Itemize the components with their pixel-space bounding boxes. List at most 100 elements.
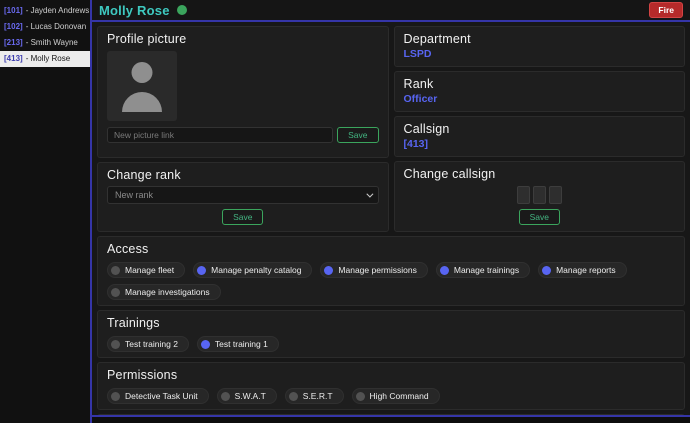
person-icon-head (131, 62, 153, 83)
toggle-sert[interactable]: S.E.R.T (284, 388, 344, 404)
left-column: Profile picture Save Change rank (97, 26, 389, 232)
trainings-title: Trainings (107, 316, 160, 330)
officer-callsign: [102] (4, 22, 23, 31)
callsign-digit-input-3[interactable] (548, 186, 562, 204)
toggle-manage-investigations[interactable]: Manage investigations (107, 284, 221, 300)
officer-name: - Lucas Donovan (25, 22, 87, 31)
toggle-label: Manage investigations (125, 287, 210, 297)
toggle-manage-reports[interactable]: Manage reports (538, 262, 627, 278)
change-rank-title: Change rank (107, 168, 181, 182)
save-picture-button[interactable]: Save (337, 127, 379, 143)
toggle-manage-trainings[interactable]: Manage trainings (435, 262, 531, 278)
trainings-row: Test training 2 Test training 1 (107, 336, 675, 352)
department-panel: Department LSPD (393, 26, 685, 67)
picture-link-input[interactable] (107, 127, 334, 143)
new-rank-select[interactable]: New rank (107, 186, 379, 204)
officer-name: - Jayden Andrews (25, 6, 90, 15)
sidebar-item-officer-213[interactable]: [213] - Smith Wayne (0, 35, 90, 51)
rank-panel: Rank Officer (393, 71, 685, 112)
toggle-swat[interactable]: S.W.A.T (216, 388, 277, 404)
toggle-dot-icon (111, 287, 120, 297)
officer-name: - Molly Rose (25, 54, 71, 63)
toggle-label: Test training 2 (125, 339, 178, 349)
toggle-dot-icon (200, 339, 210, 349)
main-column: Molly Rose Fire Profile picture New pict… (92, 0, 690, 423)
permissions-panel: Permissions Detective Task Unit S.W.A.T (97, 362, 685, 410)
save-rank-button[interactable]: Save (222, 209, 264, 225)
right-column: Department LSPD Rank Officer Callsign [4… (393, 26, 685, 232)
officer-callsign: [413] (4, 54, 23, 63)
toggle-dot-icon (111, 265, 120, 275)
trainings-panel: Trainings Test training 2 Test training … (97, 310, 685, 358)
header: Molly Rose Fire (92, 0, 690, 22)
duty-vehicles-panel: Duty vehicles [DBW8109] V-STR (97, 414, 685, 415)
toggle-dot-icon (439, 265, 449, 275)
toggle-dot-icon (288, 391, 298, 401)
chevron-down-icon (365, 190, 373, 198)
department-title: Department (403, 32, 471, 46)
officer-detail-panel: Molly Rose Fire Profile picture New pict… (92, 0, 690, 417)
callsign-digit-group (404, 186, 676, 204)
toggle-detective-task-unit[interactable]: Detective Task Unit (107, 388, 209, 404)
toggle-dot-icon (111, 339, 120, 349)
toggle-dot-icon (324, 265, 334, 275)
toggle-high-command[interactable]: High Command (351, 388, 440, 404)
toggle-test-training-2[interactable]: Test training 2 (107, 336, 189, 352)
toggle-dot-icon (111, 391, 120, 401)
officer-callsign: [213] (4, 38, 23, 47)
toggle-label: Manage permissions (338, 265, 417, 275)
toggle-label: Manage reports (556, 265, 616, 275)
toggle-label: Detective Task Unit (125, 391, 198, 401)
toggle-dot-icon (355, 391, 365, 401)
toggle-manage-permissions[interactable]: Manage permissions (320, 262, 428, 278)
toggle-dot-icon (197, 265, 207, 275)
page-title: Molly Rose (99, 2, 170, 18)
sidebar-item-officer-413[interactable]: [413] - Molly Rose (0, 51, 90, 67)
callsign-panel: Callsign [413] (393, 116, 685, 157)
change-callsign-panel: Change callsign Save (393, 161, 685, 232)
callsign-digit-input-2[interactable] (532, 186, 546, 204)
department-value: LSPD (403, 48, 432, 60)
toggle-label: S.E.R.T (302, 391, 333, 401)
avatar-placeholder-image (107, 51, 177, 121)
toggle-manage-fleet[interactable]: Manage fleet (107, 262, 186, 278)
officer-list-sidebar: [101] - Jayden Andrews [102] - Lucas Don… (0, 0, 92, 423)
toggle-test-training-1[interactable]: Test training 1 (196, 336, 279, 352)
person-icon-body (122, 92, 162, 112)
access-title: Access (107, 242, 149, 256)
permissions-row: Detective Task Unit S.W.A.T S.E.R.T High… (107, 388, 675, 404)
app-root: [101] - Jayden Andrews [102] - Lucas Don… (0, 0, 690, 423)
content-area: Profile picture Save Change rank (92, 22, 690, 415)
save-callsign-button[interactable]: Save (518, 209, 560, 225)
access-row-1: Manage fleet Manage penalty catalog Mana… (107, 262, 675, 278)
access-row-2: Manage investigations (107, 284, 675, 300)
online-status-icon (176, 5, 187, 15)
toggle-label: Manage fleet (125, 265, 175, 275)
rank-title: Rank (403, 77, 434, 91)
change-callsign-title: Change callsign (403, 167, 496, 181)
top-grid: Profile picture Save Change rank (97, 26, 685, 232)
fire-button[interactable]: Fire (649, 2, 683, 18)
toggle-label: High Command (369, 391, 429, 401)
sidebar-item-officer-102[interactable]: [102] - Lucas Donovan (0, 19, 90, 35)
callsign-digit-input-1[interactable] (516, 186, 530, 204)
picture-link-row: Save (107, 127, 379, 143)
new-rank-select-value: New rank (115, 190, 154, 200)
access-panel: Access Manage fleet Manage penalty catal… (97, 236, 685, 306)
toggle-label: Manage penalty catalog (211, 265, 302, 275)
toggle-dot-icon (542, 265, 552, 275)
toggle-dot-icon (220, 391, 230, 401)
profile-picture-panel: Profile picture Save (97, 26, 389, 158)
officer-callsign: [101] (4, 6, 23, 15)
toggle-label: Test training 1 (214, 339, 268, 349)
permissions-title: Permissions (107, 368, 178, 382)
officer-name: - Smith Wayne (25, 38, 78, 47)
toggle-label: Manage trainings (453, 265, 520, 275)
rank-value: Officer (403, 93, 438, 105)
toggle-label: S.W.A.T (234, 391, 266, 401)
toggle-manage-penalty-catalog[interactable]: Manage penalty catalog (193, 262, 313, 278)
callsign-title: Callsign (403, 122, 450, 136)
sidebar-item-officer-101[interactable]: [101] - Jayden Andrews (0, 3, 90, 19)
callsign-value: [413] (403, 138, 429, 150)
change-rank-panel: Change rank New rank Save (97, 162, 389, 232)
